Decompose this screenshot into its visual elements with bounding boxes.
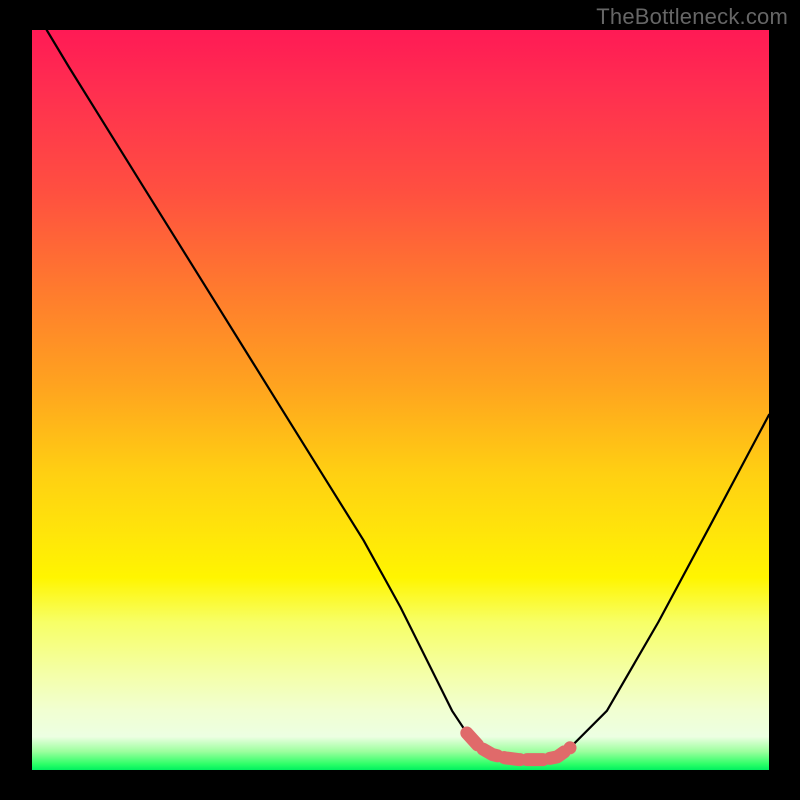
- watermark-text: TheBottleneck.com: [596, 4, 788, 30]
- chart-frame: TheBottleneck.com: [0, 0, 800, 800]
- curve-layer: [32, 30, 769, 770]
- plot-area: [32, 30, 769, 770]
- flat-region-marker: [467, 733, 570, 760]
- bottleneck-curve-path: [47, 30, 769, 760]
